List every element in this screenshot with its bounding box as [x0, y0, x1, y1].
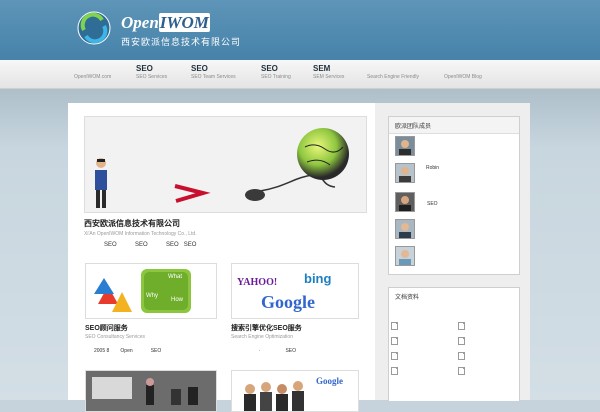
- seo-consultancy-title[interactable]: SEO顾问服务: [85, 323, 128, 333]
- brand-highlight: IWOM: [158, 13, 210, 32]
- document-icon[interactable]: [458, 322, 465, 330]
- nav-sub: SEM Services: [313, 74, 345, 80]
- member-name[interactable]: Robin: [426, 165, 439, 171]
- google-logo-text-small: Google: [316, 376, 343, 386]
- nav-item-seo-training[interactable]: SEO SEO Training: [261, 64, 291, 81]
- seo-consultancy-thumbnail[interactable]: What Why How: [85, 263, 217, 319]
- globe-icon: [297, 128, 349, 180]
- nav-title: SEO: [191, 64, 208, 73]
- team-members-heading: 欧派团队成员: [389, 117, 519, 134]
- person-binoculars-icon: [95, 158, 107, 208]
- openiwom-logo-icon[interactable]: [76, 10, 112, 46]
- document-icon[interactable]: [458, 337, 465, 345]
- document-icon[interactable]: [391, 352, 398, 360]
- avatar[interactable]: [395, 219, 415, 239]
- document-icon[interactable]: [458, 367, 465, 375]
- company-name: 西安欧派信息技术有限公司: [121, 37, 242, 47]
- nav-sub: SEO Team Services: [191, 74, 236, 80]
- nav-sub: SEO Services: [136, 74, 168, 80]
- intro-title[interactable]: 西安欧派信息技术有限公司: [84, 218, 180, 229]
- nav-item-blog[interactable]: OpenIWOM Blog: [444, 64, 482, 81]
- document-icon[interactable]: [391, 322, 398, 330]
- brand-prefix: Open: [121, 13, 159, 32]
- how-label: How: [171, 297, 184, 303]
- nav-item-search-engine-friendly[interactable]: Search Engine Friendly: [367, 64, 419, 81]
- brand-name[interactable]: OpenIWOM: [121, 13, 210, 33]
- seo-service-meta: · SEO: [231, 348, 297, 354]
- seo-service-subtitle: Search Engine Optimization: [231, 334, 293, 340]
- nav-title: SEO: [261, 64, 278, 73]
- avatar[interactable]: [395, 246, 415, 266]
- nav-item-seo-services[interactable]: SEO SEO Services: [136, 64, 167, 81]
- seo-consultancy-subtitle: SEO Consultancy Services: [85, 334, 146, 340]
- nav-item-sem-services[interactable]: SEM SEM Services: [313, 64, 344, 81]
- nav-title: [74, 64, 111, 74]
- document-icon[interactable]: [458, 352, 465, 360]
- computer-mouse-icon: [245, 189, 265, 201]
- seo-consultancy-meta: 2005 8 Open SEO: [94, 348, 162, 354]
- yahoo-logo-text: YAHOO!: [237, 277, 277, 288]
- intro-subtitle: Xi'An OpenIWOM Information Technology Co…: [84, 231, 197, 237]
- nav-item-home[interactable]: OpenIWOM.com: [74, 64, 111, 81]
- documents-heading: 文档资料: [389, 288, 519, 304]
- team-thumbnail[interactable]: Google: [231, 370, 359, 412]
- nav-sub: Search Engine Friendly: [367, 74, 419, 80]
- what-label: What: [168, 274, 182, 280]
- team-members-widget: 欧派团队成员 Robin SEO: [388, 116, 520, 275]
- nav-sub: OpenIWOM.com: [74, 74, 112, 80]
- main-nav: OpenIWOM.com SEO SEO Services SEO SEO Te…: [0, 60, 600, 89]
- seo-service-title[interactable]: 搜索引擎优化SEO服务: [231, 323, 302, 333]
- hero-banner[interactable]: [84, 116, 367, 213]
- avatar[interactable]: [395, 136, 415, 156]
- nav-sub: SEO Training: [261, 74, 291, 80]
- nav-title: SEO: [136, 64, 153, 73]
- nav-sub: OpenIWOM Blog: [444, 74, 482, 80]
- member-name[interactable]: SEO: [427, 201, 438, 207]
- site-header: OpenIWOM 西安欧派信息技术有限公司: [0, 0, 600, 60]
- document-icon[interactable]: [391, 367, 398, 375]
- training-thumbnail[interactable]: [85, 370, 217, 412]
- why-label: Why: [146, 293, 158, 299]
- seo-service-thumbnail[interactable]: YAHOO! bing Google: [231, 263, 359, 319]
- nav-title: [367, 64, 419, 74]
- arrow-icon: [174, 184, 211, 203]
- avatar[interactable]: [395, 163, 415, 183]
- nav-title: [444, 64, 482, 74]
- document-icon[interactable]: [391, 337, 398, 345]
- nav-title: SEM: [313, 64, 331, 73]
- bing-logo-text: bing: [304, 271, 331, 286]
- nav-item-seo-team[interactable]: SEO SEO Team Services: [191, 64, 236, 81]
- documents-widget: 文档资料: [388, 287, 520, 401]
- avatar[interactable]: [395, 192, 415, 212]
- intro-tags: SEO SEO SEO SEO: [104, 242, 197, 248]
- google-logo-text: Google: [261, 292, 315, 312]
